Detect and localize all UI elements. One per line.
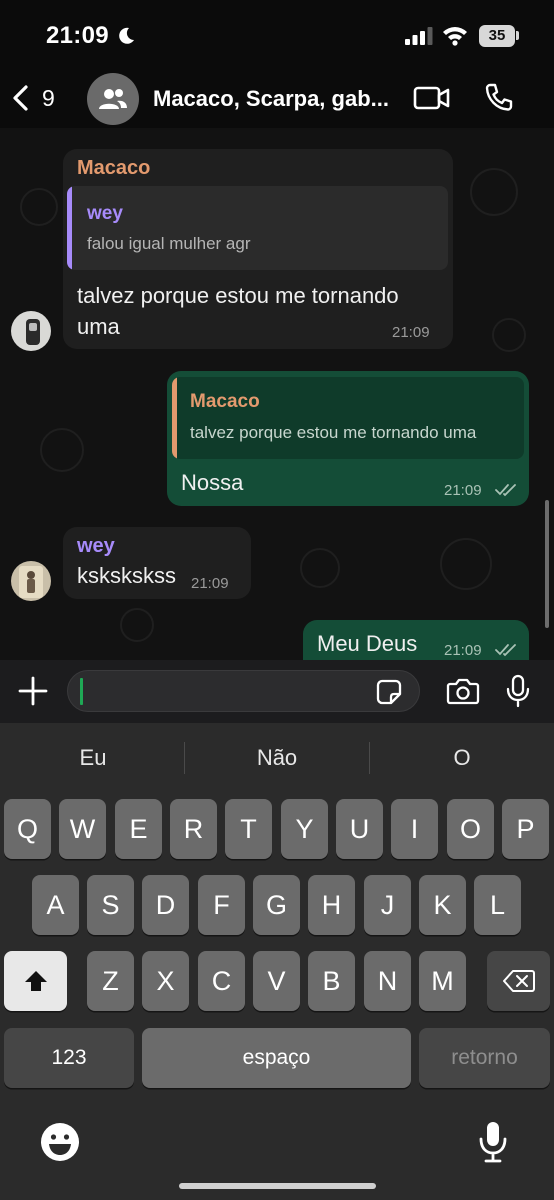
moon-icon: [116, 26, 136, 51]
backspace-key[interactable]: [487, 951, 550, 1011]
unread-count[interactable]: 9: [42, 85, 55, 112]
video-call-icon[interactable]: [413, 85, 451, 116]
message-time: 21:09: [444, 642, 482, 659]
battery-tip: [516, 31, 519, 40]
key-t[interactable]: T: [225, 799, 272, 859]
phone-call-icon[interactable]: [484, 82, 514, 117]
key-f[interactable]: F: [198, 875, 245, 935]
message-text: Nossa: [181, 470, 244, 495]
shift-arrow-icon: [24, 971, 47, 991]
key-u[interactable]: U: [336, 799, 383, 859]
key-w[interactable]: W: [59, 799, 106, 859]
status-time: 21:09: [46, 22, 109, 49]
sticker-icon[interactable]: [376, 679, 402, 710]
key-y[interactable]: Y: [281, 799, 328, 859]
read-receipt-icon: [495, 483, 517, 502]
key-m[interactable]: M: [419, 951, 466, 1011]
sender-avatar[interactable]: [11, 311, 51, 351]
suggestion-word[interactable]: Eu: [18, 745, 168, 775]
key-a[interactable]: A: [32, 875, 79, 935]
emoji-icon[interactable]: [40, 1122, 80, 1167]
backspace-icon: [502, 970, 535, 992]
message-input[interactable]: [67, 670, 420, 712]
key-h[interactable]: H: [308, 875, 355, 935]
key-c[interactable]: C: [198, 951, 245, 1011]
key-r[interactable]: R: [170, 799, 217, 859]
key-d[interactable]: D: [142, 875, 189, 935]
key-g[interactable]: G: [253, 875, 300, 935]
plus-icon[interactable]: [18, 676, 48, 711]
key-o[interactable]: O: [447, 799, 494, 859]
back-chevron-icon[interactable]: [10, 84, 32, 117]
quoted-author: wey: [87, 203, 123, 224]
suggestion-word[interactable]: O: [387, 745, 537, 775]
message-text: Meu Deus: [317, 631, 418, 656]
key-p[interactable]: P: [502, 799, 549, 859]
wallpaper-doodle: [40, 428, 84, 472]
battery-indicator: 35: [479, 25, 515, 47]
key-z[interactable]: Z: [87, 951, 134, 1011]
sender-avatar[interactable]: [11, 561, 51, 601]
message-sender: wey: [77, 535, 115, 557]
message-text-continued: uma: [77, 314, 120, 339]
home-indicator[interactable]: [179, 1183, 376, 1189]
message-time: 21:09: [191, 575, 229, 592]
message-text: kskskskss: [77, 563, 176, 588]
group-avatar[interactable]: [87, 73, 139, 125]
text-cursor: [80, 678, 83, 705]
wallpaper-doodle: [440, 538, 492, 590]
dictation-mic-icon[interactable]: [478, 1120, 508, 1169]
quoted-text: talvez porque estou me tornando uma: [190, 423, 477, 442]
suggestion-word[interactable]: Não: [202, 745, 352, 775]
wifi-icon: [442, 24, 468, 51]
wallpaper-doodle: [492, 318, 526, 352]
key-s[interactable]: S: [87, 875, 134, 935]
key-e[interactable]: E: [115, 799, 162, 859]
quote-accent-bar: [172, 377, 177, 459]
key-x[interactable]: X: [142, 951, 189, 1011]
camera-icon[interactable]: [446, 677, 480, 710]
scroll-indicator[interactable]: [545, 500, 549, 628]
return-key[interactable]: retorno: [419, 1028, 550, 1088]
quote-accent-bar: [67, 186, 72, 270]
quoted-author: Macaco: [190, 391, 260, 412]
message-text: talvez porque estou me tornando: [77, 283, 399, 308]
key-j[interactable]: J: [364, 875, 411, 935]
suggestion-divider: [184, 742, 185, 774]
wallpaper-doodle: [120, 608, 154, 642]
key-b[interactable]: B: [308, 951, 355, 1011]
quoted-message[interactable]: [172, 377, 524, 459]
group-people-icon: [99, 89, 127, 109]
cellular-signal-icon: [405, 27, 433, 50]
microphone-icon[interactable]: [506, 674, 530, 713]
message-sender: Macaco: [77, 157, 151, 179]
quoted-text: falou igual mulher agr: [87, 234, 251, 253]
key-q[interactable]: Q: [4, 799, 51, 859]
message-time: 21:09: [444, 482, 482, 499]
numbers-key[interactable]: 123: [4, 1028, 134, 1088]
shift-key[interactable]: [4, 951, 67, 1011]
message-time: 21:09: [392, 324, 430, 341]
space-key[interactable]: espaço: [142, 1028, 411, 1088]
suggestion-divider: [369, 742, 370, 774]
key-v[interactable]: V: [253, 951, 300, 1011]
wallpaper-doodle: [470, 168, 518, 216]
key-l[interactable]: L: [474, 875, 521, 935]
key-n[interactable]: N: [364, 951, 411, 1011]
chat-title[interactable]: Macaco, Scarpa, gab...: [153, 86, 389, 112]
key-k[interactable]: K: [419, 875, 466, 935]
wallpaper-doodle: [20, 188, 58, 226]
quoted-message[interactable]: [67, 186, 448, 270]
wallpaper-doodle: [300, 548, 340, 588]
key-i[interactable]: I: [391, 799, 438, 859]
